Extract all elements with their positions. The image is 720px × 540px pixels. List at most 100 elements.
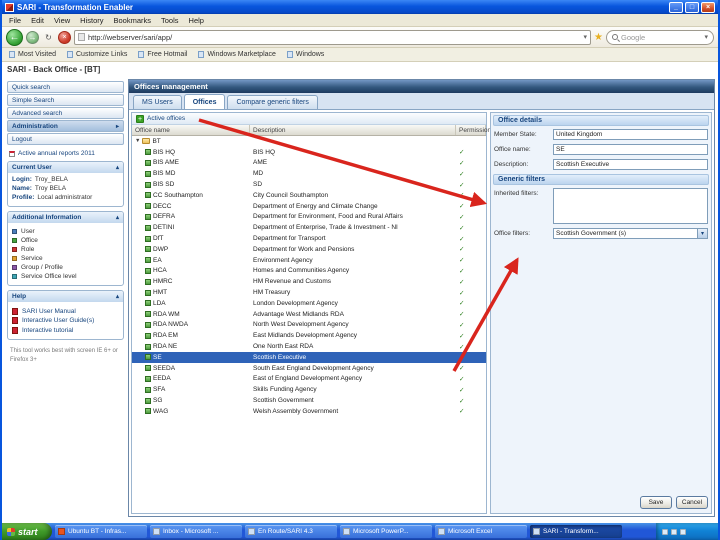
stop-button[interactable]: × — [58, 30, 71, 44]
current-user-header[interactable]: Current User ▴ — [8, 162, 123, 173]
menu-help[interactable]: Help — [184, 16, 209, 25]
dropdown-arrow-icon[interactable]: ▾ — [697, 229, 707, 238]
table-row[interactable]: SG Scottish Government ✓ — [132, 395, 486, 406]
help-link-interactive-tutorial[interactable]: Interactive tutorial — [12, 326, 119, 334]
sidebar-item-advanced-search[interactable]: Advanced search — [7, 107, 124, 119]
office-icon — [145, 192, 151, 199]
taskbar-button-sari-transform[interactable]: SARI - Transform... — [530, 525, 622, 538]
office-filter-value: Scottish Government (s) — [556, 230, 627, 237]
office-name-input[interactable]: SE — [553, 144, 708, 155]
table-row[interactable]: DWP Department for Work and Pensions ✓ — [132, 244, 486, 255]
column-office-name[interactable]: Office name — [132, 125, 250, 135]
menu-bookmarks[interactable]: Bookmarks — [109, 16, 157, 25]
search-box[interactable]: Google ▾ — [606, 29, 714, 45]
add-office-icon[interactable]: + — [136, 114, 144, 123]
table-row[interactable]: SEEDA South East England Development Agen… — [132, 363, 486, 374]
sidebar-item-quick-search[interactable]: Quick search — [7, 81, 124, 93]
address-bar[interactable]: http://webserver/sari/app/ ▾ — [74, 29, 592, 45]
inherited-filters-listbox[interactable] — [553, 188, 708, 224]
close-button[interactable]: × — [701, 1, 715, 13]
address-dropdown-icon[interactable]: ▾ — [584, 33, 588, 41]
menu-history[interactable]: History — [75, 16, 108, 25]
permission-check-icon: ✓ — [459, 311, 465, 319]
sidebar-item-simple-search[interactable]: Simple Search — [7, 94, 124, 106]
back-button[interactable]: ← — [6, 28, 23, 46]
collapse-icon[interactable]: ▴ — [116, 214, 119, 221]
table-row[interactable]: RDA WM Advantage West Midlands RDA ✓ — [132, 309, 486, 320]
table-row[interactable]: CC Southampton City Council Southampton ✓ — [132, 190, 486, 201]
office-name-cell: RDA NWDA — [132, 321, 250, 328]
table-row-root[interactable]: ▼ BT — [132, 136, 486, 147]
table-row[interactable]: LDA London Development Agency ✓ — [132, 298, 486, 309]
start-button[interactable]: start — [2, 523, 52, 540]
menu-view[interactable]: View — [49, 16, 75, 25]
table-row[interactable]: DECC Department of Energy and Climate Cha… — [132, 201, 486, 212]
refresh-button[interactable]: ↻ — [42, 31, 55, 44]
table-row[interactable]: EA Environment Agency ✓ — [132, 255, 486, 266]
table-row[interactable]: RDA NWDA North West Development Agency ✓ — [132, 320, 486, 331]
tree-expand-icon[interactable]: ▼ — [135, 138, 140, 144]
active-offices-label[interactable]: Active offices — [147, 115, 185, 122]
maximize-button[interactable]: □ — [685, 1, 699, 13]
table-row[interactable]: BIS HQ BIS HQ ✓ — [132, 147, 486, 158]
cancel-button[interactable]: Cancel — [676, 496, 708, 509]
table-row[interactable]: HMT HM Treasury ✓ — [132, 287, 486, 298]
office-name: EEDA — [153, 375, 171, 383]
bookmark-free-hotmail[interactable]: Free Hotmail — [138, 51, 187, 58]
forward-button[interactable]: → — [26, 30, 39, 44]
help-header[interactable]: Help ▴ — [8, 291, 123, 302]
sidebar-item-logout[interactable]: Logout — [7, 133, 124, 145]
bookmark-star-icon[interactable]: ★ — [594, 32, 603, 43]
table-row[interactable]: BIS AME AME ✓ — [132, 158, 486, 169]
taskbar-button-en-route-sari-4-3[interactable]: En Route/SARI 4.3 — [245, 525, 337, 538]
table-row[interactable]: HMRC HM Revenue and Customs ✓ — [132, 276, 486, 287]
table-row[interactable]: SE Scottish Executive ✓ — [132, 351, 486, 363]
description-input[interactable]: Scottish Executive — [553, 159, 708, 170]
member-state-input[interactable]: United Kingdom — [553, 129, 708, 140]
table-row[interactable]: DfT Department for Transport ✓ — [132, 233, 486, 244]
taskbar-button-ubuntu-bt-infras[interactable]: Ubuntu BT - Infras... — [55, 525, 147, 538]
help-link-sari-user-manual[interactable]: SARI User Manual — [12, 307, 119, 315]
search-engine-dropdown-icon[interactable]: ▾ — [704, 33, 708, 41]
office-description: Department of Energy and Climate Change — [253, 202, 378, 210]
table-row[interactable]: RDA NE One North East RDA ✓ — [132, 341, 486, 352]
table-row[interactable]: HCA Homes and Communities Agency ✓ — [132, 266, 486, 277]
language-icon[interactable] — [662, 528, 668, 535]
table-row[interactable]: DEFRA Department for Environment, Food an… — [132, 212, 486, 223]
menu-edit[interactable]: Edit — [26, 16, 49, 25]
table-row[interactable]: BIS MD MD ✓ — [132, 168, 486, 179]
collapse-icon[interactable]: ▴ — [116, 293, 119, 300]
annual-reports-link[interactable]: Active annual reports 2011 — [9, 150, 122, 157]
table-row[interactable]: SFA Skills Funding Agency ✓ — [132, 384, 486, 395]
table-row[interactable]: EEDA East of England Development Agency ✓ — [132, 374, 486, 385]
office-filters-select[interactable]: Scottish Government (s) ▾ — [553, 228, 708, 239]
office-icon — [145, 408, 151, 415]
taskbar-button-microsoft-excel[interactable]: Microsoft Excel — [435, 525, 527, 538]
bookmark-windows[interactable]: Windows — [286, 51, 324, 58]
table-row[interactable]: DETINI Department of Enterprise, Trade & … — [132, 222, 486, 233]
save-button[interactable]: Save — [640, 496, 672, 509]
bookmark-most-visited[interactable]: Most Visited — [9, 51, 56, 58]
table-row[interactable]: WAG Welsh Assembly Government ✓ — [132, 406, 486, 417]
menu-file[interactable]: File — [4, 16, 26, 25]
network-icon[interactable] — [671, 528, 677, 535]
taskbar-button-inbox-microsoft[interactable]: Inbox - Microsoft ... — [150, 525, 242, 538]
volume-icon[interactable] — [680, 528, 686, 535]
current-user-panel: Current User ▴ Login: Troy_BELA Name: Tr… — [7, 161, 124, 207]
help-link-interactive-user-guide-s[interactable]: Interactive User Guide(s) — [12, 317, 119, 324]
column-description[interactable]: Description — [250, 125, 456, 135]
menu-tools[interactable]: Tools — [156, 16, 184, 25]
minimize-button[interactable]: _ — [669, 1, 683, 13]
column-permissions[interactable]: Permissions — [456, 125, 494, 135]
sidebar-item-administration[interactable]: Administration ▸ — [7, 120, 124, 132]
table-row[interactable]: RDA EM East Midlands Development Agency ✓ — [132, 330, 486, 341]
bookmark-customize-links[interactable]: Customize Links — [67, 51, 127, 58]
bookmark-windows-marketplace[interactable]: Windows Marketplace — [198, 51, 276, 58]
tab-compare-generic-filters[interactable]: Compare generic filters — [227, 95, 318, 109]
table-row[interactable]: BIS SD SD ✓ — [132, 179, 486, 190]
collapse-icon[interactable]: ▴ — [116, 164, 119, 171]
tab-ms-users[interactable]: MS Users — [133, 95, 182, 109]
additional-info-header[interactable]: Additional Information ▴ — [8, 212, 123, 223]
taskbar-button-microsoft-powerp[interactable]: Microsoft PowerP... — [340, 525, 432, 538]
tab-offices[interactable]: Offices — [183, 94, 226, 109]
